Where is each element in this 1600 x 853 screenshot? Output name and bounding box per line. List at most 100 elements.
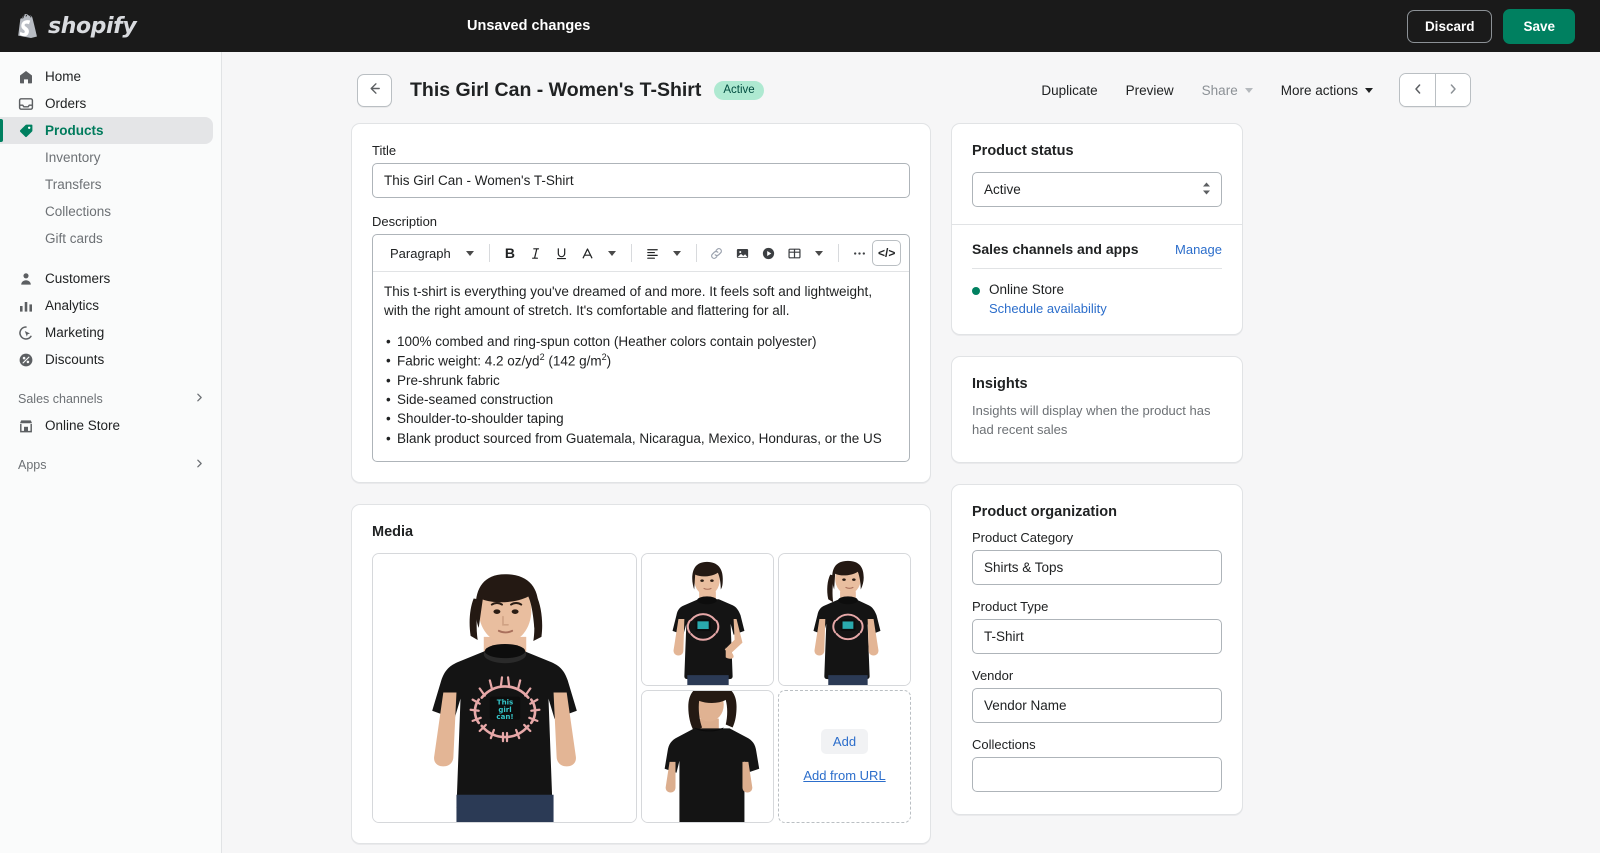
show-html-button[interactable]: </>: [872, 240, 901, 266]
text-color-button[interactable]: [575, 240, 601, 266]
sidebar-divider-gap-2: [0, 373, 221, 386]
italic-button[interactable]: [523, 240, 548, 266]
media-item-front-view-model[interactable]: This girl can!: [372, 552, 637, 823]
discard-button[interactable]: Discard: [1406, 9, 1493, 43]
back-button[interactable]: [357, 73, 392, 107]
more-options-button[interactable]: [847, 240, 872, 266]
next-product-button[interactable]: [1435, 74, 1470, 106]
align-group[interactable]: [640, 240, 688, 266]
sidebar-item-orders[interactable]: Orders: [0, 90, 213, 117]
sidebar-subitem-inventory[interactable]: Inventory: [0, 144, 221, 171]
align-chevron-down-icon[interactable]: [666, 240, 688, 266]
back-view-model-image: [642, 690, 773, 822]
sidebar-subitem-label: Collections: [45, 204, 112, 219]
sidebar-subitem-transfers[interactable]: Transfers: [0, 171, 221, 198]
shopify-logo[interactable]: shopify: [0, 0, 222, 52]
left-column: Title Description Paragraph: [351, 123, 931, 853]
channel-name: Online Store: [989, 282, 1065, 297]
align-button[interactable]: [640, 240, 666, 266]
sidebar-item-home[interactable]: Home: [0, 63, 213, 90]
sales-channel-item-online-store: Online Store Schedule availability: [972, 282, 1222, 316]
description-bullet: Shoulder-to-shoulder taping: [384, 409, 898, 428]
product-organization-title: Product organization: [972, 503, 1117, 520]
product-status-value: Active: [984, 182, 1021, 197]
sidebar-item-label: Analytics: [45, 298, 100, 313]
insights-card: Insights Insights will display when the …: [951, 356, 1243, 463]
product-category-input[interactable]: [972, 549, 1222, 585]
sidebar-section-apps[interactable]: Apps: [0, 452, 221, 478]
product-type-input[interactable]: [972, 618, 1222, 654]
insert-video-button[interactable]: [756, 240, 781, 266]
sidebar-item-label: Orders: [45, 96, 87, 111]
text-color-group[interactable]: [575, 240, 623, 266]
description-bullet: 100% combed and ring-spun cotton (Heathe…: [384, 332, 898, 351]
media-item-back-view-model[interactable]: [641, 689, 774, 823]
sidebar-item-customers[interactable]: Customers: [0, 265, 213, 292]
sales-channels-divider: [972, 268, 1222, 269]
product-status-title: Product status: [972, 143, 1074, 159]
sidebar-subitem-label: Inventory: [45, 150, 101, 165]
previous-product-button[interactable]: [1400, 74, 1435, 106]
status-badge: Active: [714, 80, 764, 100]
sidebar-subitem-collections[interactable]: Collections: [0, 198, 221, 225]
sidebar-subitem-gift-cards[interactable]: Gift cards: [0, 225, 221, 252]
three-quarter-view-model-image: [779, 553, 910, 685]
sidebar-item-online-store[interactable]: Online Store: [0, 412, 213, 439]
bold-button[interactable]: B: [498, 240, 523, 266]
insights-title: Insights: [972, 376, 1028, 392]
title-input[interactable]: [372, 163, 910, 198]
sidebar-item-marketing[interactable]: Marketing: [0, 319, 213, 346]
sidebar-subitem-label: Gift cards: [45, 231, 103, 246]
sidebar-section-sales-channels[interactable]: Sales channels: [0, 386, 221, 412]
more-actions-button[interactable]: More actions: [1267, 76, 1387, 105]
block-format-value: Paragraph: [390, 245, 451, 261]
sidebar-nav: Home Orders Products Inventory Transfers…: [0, 52, 222, 853]
toolbar-separator: [488, 244, 490, 262]
chevron-down-icon: [1244, 87, 1253, 93]
product-category-label: Product Category: [972, 529, 1074, 545]
sidebar-item-discounts[interactable]: Discounts: [0, 346, 213, 373]
online-store-icon: [18, 418, 34, 434]
schedule-availability-link[interactable]: Schedule availability: [989, 301, 1107, 316]
underline-button[interactable]: [549, 240, 574, 266]
manage-channels-link[interactable]: Manage: [1175, 242, 1222, 257]
vendor-input[interactable]: [972, 687, 1222, 723]
duplicate-button[interactable]: Duplicate: [1027, 76, 1111, 105]
marketing-icon: [18, 325, 34, 341]
collections-input[interactable]: [972, 756, 1222, 792]
product-organization-card: Product organization Product Category Pr…: [951, 483, 1243, 815]
sidebar-item-analytics[interactable]: Analytics: [0, 292, 213, 319]
media-add-tile[interactable]: Add Add from URL: [778, 689, 911, 823]
media-item-three-quarter-view-model[interactable]: [778, 552, 911, 686]
add-from-url-link[interactable]: Add from URL: [803, 768, 885, 783]
topbar-actions: Discard Save: [1406, 8, 1600, 44]
sidebar-item-label: Discounts: [45, 352, 105, 367]
sidebar-item-products[interactable]: Products: [0, 117, 213, 144]
sales-channels-header: Sales channels and apps Manage: [972, 241, 1222, 257]
media-grid: This girl can! Add Add from URL: [372, 552, 911, 823]
block-format-select[interactable]: Paragraph: [381, 240, 481, 266]
description-bullet: Side-seamed construction: [384, 390, 898, 409]
add-media-button[interactable]: Add: [820, 729, 869, 755]
products-tag-icon: [18, 123, 34, 139]
share-button[interactable]: Share: [1188, 76, 1267, 105]
insights-empty-text: Insights will display when the product h…: [972, 403, 1211, 437]
description-content[interactable]: This t-shirt is everything you've dreame…: [373, 272, 909, 461]
text-color-chevron-down-icon[interactable]: [601, 240, 623, 266]
pagination-controls: [1399, 73, 1471, 107]
product-status-select[interactable]: Active: [972, 172, 1222, 207]
sidebar-section-label: Apps: [18, 458, 47, 472]
orders-icon: [18, 96, 34, 112]
insert-image-button[interactable]: [730, 240, 755, 266]
table-chevron-down-icon[interactable]: [808, 240, 830, 266]
insert-table-group[interactable]: [782, 240, 830, 266]
toolbar-separator: [837, 244, 839, 262]
insert-table-button[interactable]: [782, 240, 808, 266]
sidebar-item-label: Customers: [45, 271, 111, 286]
description-paragraph: This t-shirt is everything you've dreame…: [384, 284, 873, 318]
link-button[interactable]: [705, 240, 730, 266]
save-button[interactable]: Save: [1503, 8, 1575, 44]
preview-button[interactable]: Preview: [1112, 76, 1188, 105]
media-item-front-left-view-model[interactable]: [641, 552, 774, 686]
unsaved-changes-label: Unsaved changes: [467, 18, 591, 34]
